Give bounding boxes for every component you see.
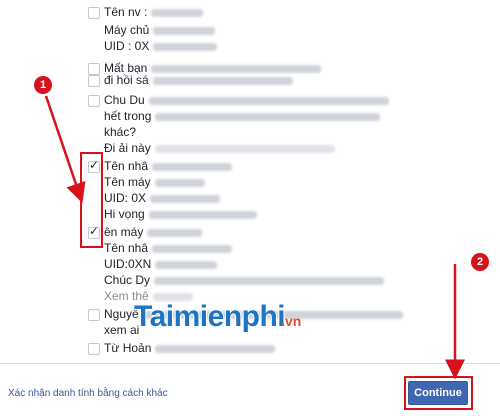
arrow-to-checkboxes	[44, 95, 86, 204]
annotation-arrows	[44, 95, 465, 380]
